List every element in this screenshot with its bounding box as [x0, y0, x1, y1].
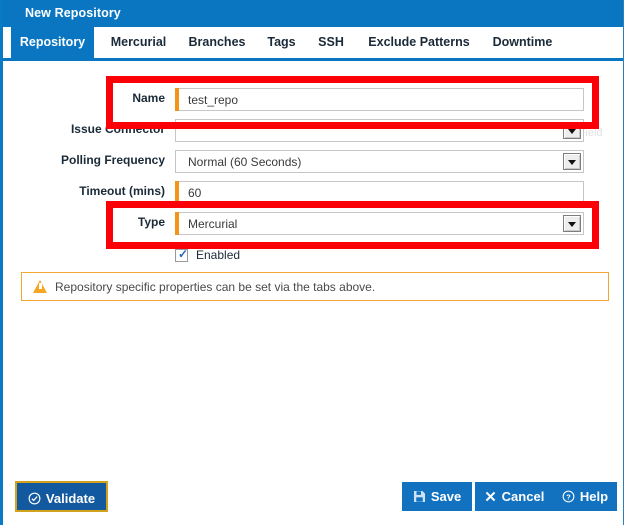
cancel-button[interactable]: Cancel [475, 482, 553, 511]
field-label: Issue Connector [70, 122, 165, 136]
save-button-label: Save [430, 489, 462, 504]
checkmark-icon: ✓ [178, 247, 189, 261]
warning-triangle-icon [33, 280, 47, 293]
validate-button[interactable]: Validate [15, 481, 108, 512]
name-input[interactable]: test_repo [175, 88, 584, 111]
tab-downtime[interactable]: Downtime [486, 27, 559, 58]
dialog-title-bar: New Repository [3, 0, 623, 27]
enabled-checkbox-label: Enabled [196, 248, 241, 262]
form-row: Type Mercurial [3, 212, 623, 235]
dialog-title: New Repository [25, 6, 121, 20]
field-value: 60 [188, 186, 202, 200]
field-value: Normal (60 Seconds) [188, 155, 302, 169]
field-label: Timeout (mins) [79, 184, 165, 198]
info-banner: Repository specific properties can be se… [21, 272, 609, 301]
question-circle-icon: ? [562, 484, 575, 513]
form-row: Polling Frequency Normal (60 Seconds) [3, 150, 623, 173]
required-marker-icon [175, 212, 179, 235]
tab-branches[interactable]: Branches [182, 27, 252, 58]
chevron-down-icon[interactable] [563, 122, 581, 139]
enabled-checkbox[interactable]: ✓ [175, 247, 189, 262]
help-button-label: Help [579, 489, 609, 504]
required-marker-icon [175, 181, 179, 204]
form-row: Name test_repo [3, 88, 623, 111]
tab-ssh[interactable]: SSH [310, 27, 352, 58]
field-label: Polling Frequency [60, 153, 165, 167]
cancel-button-label: Cancel [501, 489, 545, 504]
svg-text:?: ? [566, 492, 571, 501]
type-select[interactable]: Mercurial [175, 212, 584, 235]
tab-mercurial[interactable]: Mercurial [101, 27, 176, 58]
tab-tags[interactable]: Tags [259, 27, 304, 58]
help-button[interactable]: ? Help [553, 482, 617, 511]
field-value: Mercurial [188, 217, 238, 231]
close-icon [484, 484, 497, 513]
chevron-down-icon[interactable] [563, 153, 581, 170]
tab-strip: Repository Mercurial Branches Tags SSH Exclud… [3, 27, 623, 61]
timeout-mins-input[interactable]: 60 [175, 181, 584, 204]
dialog-footer: Validate Save Cancel ? Help [3, 468, 623, 525]
info-banner-message: Repository specific properties can be se… [55, 280, 376, 294]
form-row: Timeout (mins) 60 [3, 181, 623, 204]
new-repository-dialog: New Repository Repository Mercurial Branch… [0, 0, 624, 525]
field-label: Type [137, 215, 165, 229]
save-button[interactable]: Save [402, 482, 472, 511]
floppy-disk-icon [413, 484, 426, 513]
required-marker-icon [175, 88, 179, 111]
tab-repository[interactable]: Repository [11, 27, 94, 58]
check-circle-icon [28, 485, 41, 516]
polling-frequency-select[interactable]: Normal (60 Seconds) [175, 150, 584, 173]
issue-connector-select[interactable] [175, 119, 584, 142]
chevron-down-icon[interactable] [563, 215, 581, 232]
field-value: test_repo [188, 93, 239, 107]
form-row: Issue Connector [3, 119, 623, 142]
tab-exclude-patterns[interactable]: Exclude Patterns [358, 27, 480, 58]
field-label: Name [132, 91, 165, 105]
form-body: Required Field Nametest_repoIssue Connec… [3, 61, 623, 525]
validate-button-label: Validate [45, 491, 96, 506]
